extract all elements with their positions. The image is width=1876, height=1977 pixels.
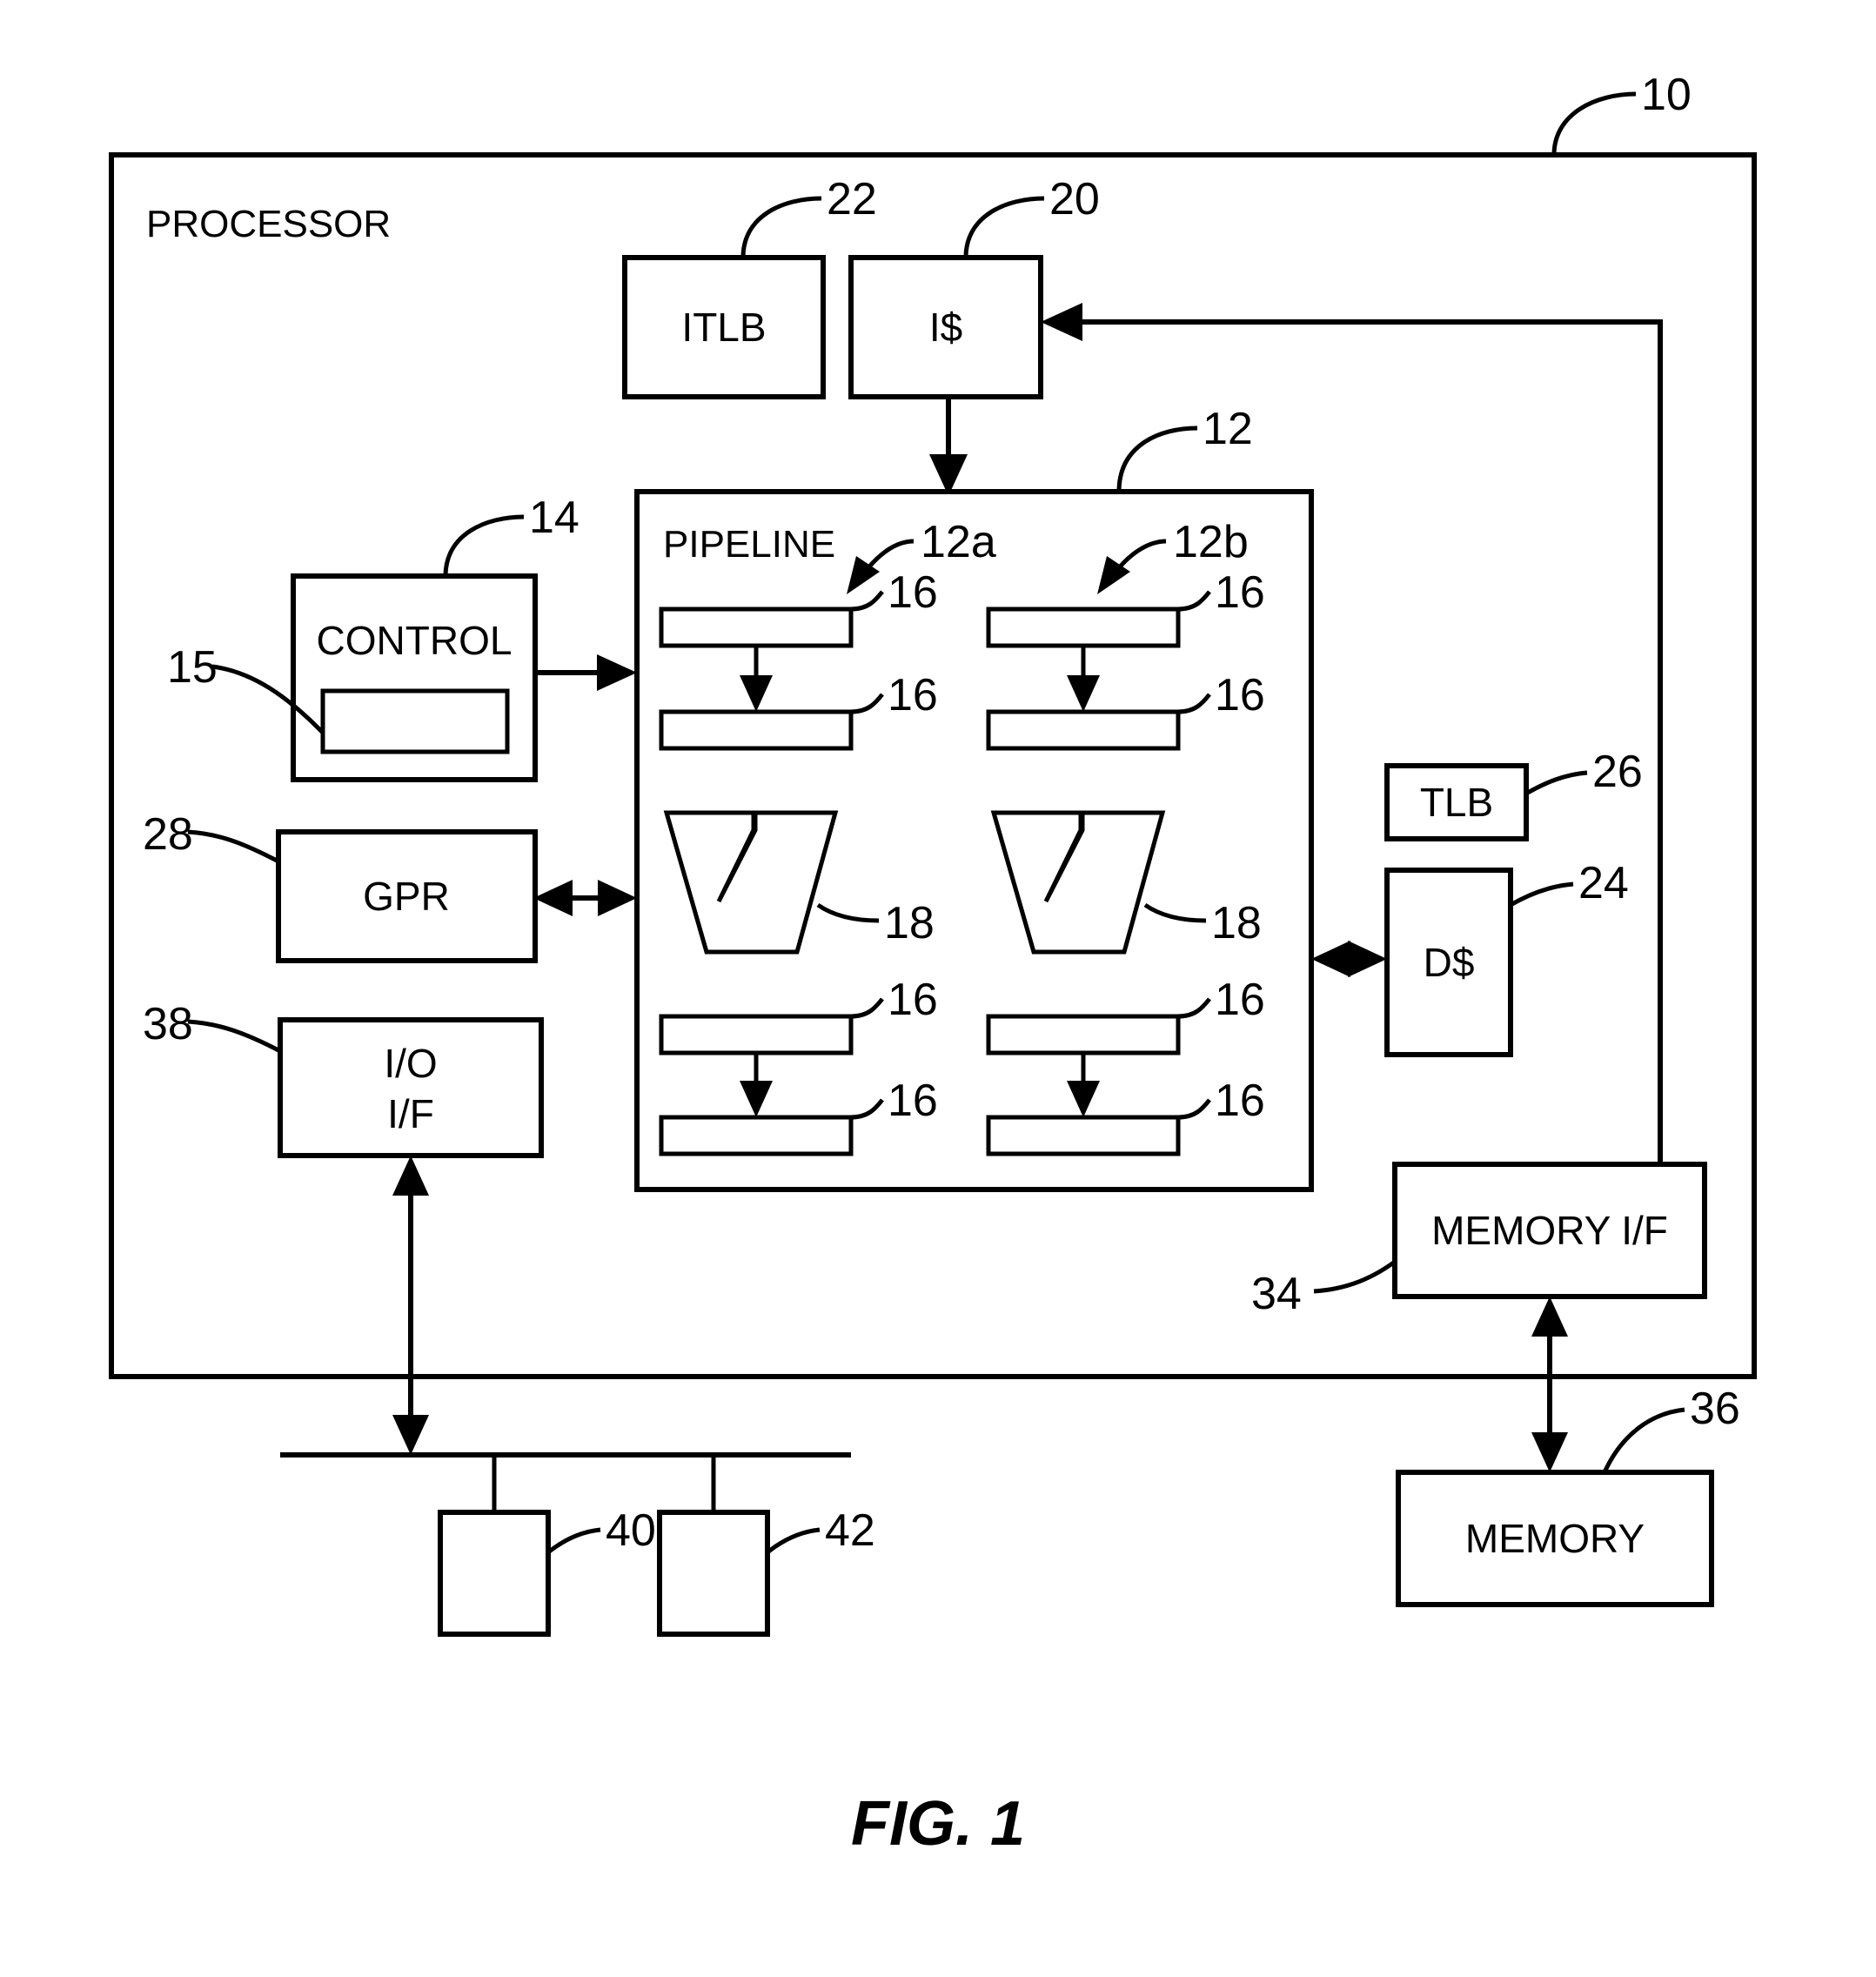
pipe-a-stage-3 [659,1014,854,1056]
diagram-canvas: PROCESSOR ITLB I$ PIPELINE CONTROL GPR I… [109,70,1757,1859]
pipe-a-stage-2 [659,709,854,751]
pipe-b-stage-3 [986,1014,1181,1056]
gpr-arrow-right [598,880,637,916]
ref-numeral-34: 34 [1251,1269,1302,1319]
ref-numeral-42: 42 [825,1505,875,1556]
gpr-label: GPR [363,874,450,919]
io-bus-arrow-up [392,1156,429,1196]
memory-label: MEMORY [1465,1516,1645,1561]
ref-lead-38 [187,1019,282,1054]
memory-if-label: MEMORY I/F [1431,1208,1668,1253]
ref-lead-42 [766,1527,821,1554]
pipe-a-stage-1 [659,607,854,648]
ref-numeral-28: 28 [143,809,193,860]
ref-lead-20 [963,196,1045,258]
pipe-b-stage-2 [986,709,1181,751]
io-if-label-line2: I/F [387,1091,434,1136]
pipe-a-stage-4 [659,1115,854,1156]
ref-lead-26 [1524,770,1588,796]
memory-if-to-icache-arrowhead [1041,303,1082,341]
io-device-40 [438,1510,551,1637]
ref-numeral-16-b2: 16 [1215,670,1265,720]
ref-numeral-36: 36 [1690,1384,1740,1434]
control-to-pipeline-arrowhead [597,654,637,691]
dcache-arrow-right [1348,941,1387,977]
ref-lead-36 [1602,1407,1685,1474]
control-label: CONTROL [317,618,513,663]
ref-lead-28 [187,829,280,864]
ref-lead-34 [1313,1259,1397,1294]
io-device-42 [657,1510,770,1637]
processor-label: PROCESSOR [146,203,391,245]
ref-numeral-18-b: 18 [1211,898,1262,948]
ref-numeral-16-b4: 16 [1215,1076,1265,1126]
figure-caption: FIG. 1 [851,1789,1025,1859]
patent-figure: PROCESSOR ITLB I$ PIPELINE CONTROL GPR I… [0,0,1876,1977]
ref-numeral-38: 38 [143,999,193,1049]
ref-lead-12 [1116,426,1198,493]
pipe-b-stage-1 [986,607,1181,648]
icache-label: I$ [929,305,962,350]
ref-numeral-16-a3: 16 [888,975,938,1025]
io-bus-arrow-down [392,1415,429,1455]
ref-numeral-16-a1: 16 [888,567,938,618]
ref-numeral-16-b1: 16 [1215,567,1265,618]
tlb-label: TLB [1420,780,1493,825]
pipeline-label: PIPELINE [663,523,835,566]
ref-numeral-20: 20 [1049,174,1100,225]
dcache-label: D$ [1424,940,1475,985]
dcache-arrow-left [1311,941,1350,977]
ref-numeral-26: 26 [1592,747,1643,797]
memory-arrow-up [1531,1297,1568,1337]
pipe-b-stage-4 [986,1115,1181,1156]
ref-lead-24 [1509,881,1574,908]
ref-numeral-12a: 12a [921,517,996,567]
ref-numeral-16-a4: 16 [888,1076,938,1126]
ref-numeral-16-b3: 16 [1215,975,1265,1025]
ref-lead-40 [546,1527,601,1554]
ref-numeral-12b: 12b [1173,517,1249,567]
io-if-label-line1: I/O [384,1041,437,1086]
ref-numeral-16-a2: 16 [888,670,938,720]
ref-numeral-14: 14 [529,493,580,543]
ref-lead-10 [1551,91,1637,156]
ref-numeral-12: 12 [1203,404,1253,454]
ref-lead-14 [443,514,525,577]
gpr-arrow-left [533,880,573,916]
ref-numeral-18-a: 18 [884,898,935,948]
ref-numeral-10: 10 [1641,70,1692,120]
memory-arrow-down [1531,1432,1568,1472]
control-register [320,688,510,754]
ref-numeral-40: 40 [606,1505,656,1556]
ref-lead-22 [740,196,822,258]
ref-numeral-15: 15 [167,642,218,693]
ref-numeral-22: 22 [827,174,877,225]
itlb-label: ITLB [681,305,766,350]
ref-numeral-24: 24 [1578,858,1629,908]
